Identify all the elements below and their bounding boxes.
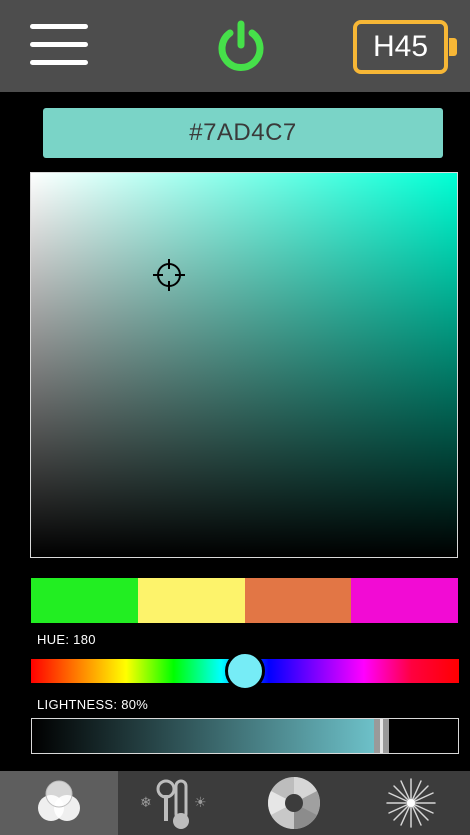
lightness-fill bbox=[32, 719, 380, 753]
color-wheel-icon bbox=[267, 777, 320, 829]
device-badge-tip bbox=[449, 38, 457, 56]
hex-color-bar[interactable]: #7AD4C7 bbox=[43, 108, 443, 158]
tab-temperature[interactable]: ❄ ☀ bbox=[118, 771, 236, 835]
tab-color-wheel[interactable] bbox=[235, 771, 353, 835]
lightness-slider-thumb[interactable] bbox=[374, 719, 389, 753]
svg-text:☀: ☀ bbox=[194, 795, 207, 811]
device-badge[interactable]: H45 bbox=[353, 20, 448, 74]
swatch-yellow[interactable] bbox=[137, 578, 245, 623]
top-bar: H45 bbox=[0, 0, 470, 92]
svg-text:❄: ❄ bbox=[140, 795, 152, 811]
color-mix-icon bbox=[37, 780, 80, 821]
hue-slider-thumb[interactable] bbox=[225, 651, 265, 691]
swatch-green[interactable] bbox=[31, 578, 138, 623]
swatch-magenta[interactable] bbox=[351, 578, 458, 623]
temperature-icon: ❄ ☀ bbox=[140, 779, 207, 829]
bottom-tab-bar: ❄ ☀ bbox=[0, 771, 470, 835]
saturation-lightness-field[interactable] bbox=[30, 172, 458, 558]
crosshair-icon[interactable] bbox=[151, 257, 187, 293]
hue-label: HUE: 180 bbox=[37, 632, 96, 647]
color-picker-screen: H45 #7AD4C7 HUE: 180 LIGHTNESS: 80% ❄ ☀ bbox=[0, 0, 470, 835]
lightness-label: LIGHTNESS: 80% bbox=[37, 697, 149, 712]
preset-swatches bbox=[31, 578, 458, 623]
lightness-slider[interactable] bbox=[31, 718, 459, 754]
field-black-layer bbox=[31, 173, 457, 557]
swatch-orange[interactable] bbox=[244, 578, 352, 623]
hamburger-menu-icon[interactable] bbox=[30, 22, 88, 66]
tab-color-mix[interactable] bbox=[0, 771, 118, 835]
power-icon[interactable] bbox=[213, 18, 269, 74]
device-label: H45 bbox=[372, 30, 429, 63]
effects-sparkle-icon bbox=[386, 778, 436, 828]
tab-effects[interactable] bbox=[353, 771, 470, 835]
hex-value: #7AD4C7 bbox=[189, 119, 297, 146]
